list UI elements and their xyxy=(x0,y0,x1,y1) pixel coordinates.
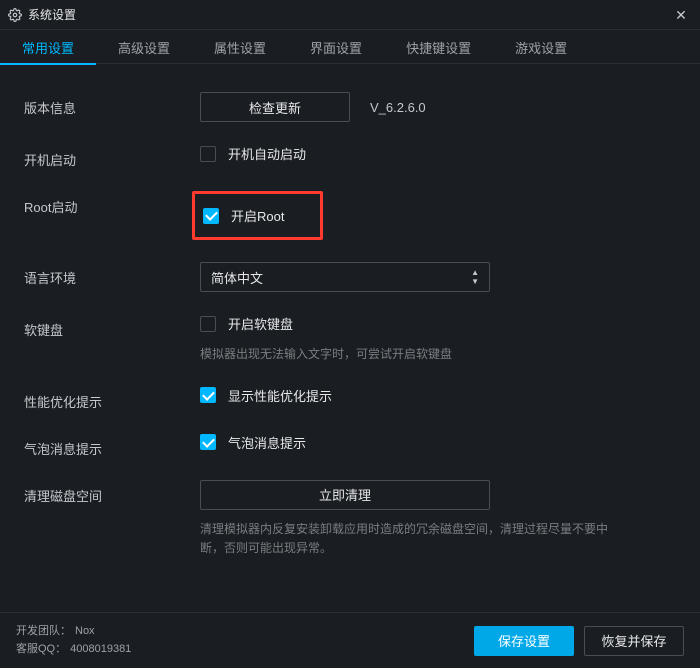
window-title: 系统设置 xyxy=(28,6,76,23)
select-value: 简体中文 xyxy=(211,268,263,287)
checkbox-label: 开启软键盘 xyxy=(228,314,293,333)
tab-common[interactable]: 常用设置 xyxy=(0,30,96,64)
row-perf-hint: 性能优化提示 显示性能优化提示 xyxy=(24,386,676,411)
checkbox-box xyxy=(200,387,216,403)
checkbox-label: 气泡消息提示 xyxy=(228,433,306,452)
checkbox-label: 开启Root xyxy=(231,206,284,225)
checkbox-label: 显示性能优化提示 xyxy=(228,386,332,405)
team-label: 开发团队： xyxy=(16,623,71,641)
tabs: 常用设置 高级设置 属性设置 界面设置 快捷键设置 游戏设置 xyxy=(0,30,700,64)
tab-label: 界面设置 xyxy=(310,38,362,57)
button-label: 恢复并保存 xyxy=(601,634,666,649)
tab-label: 常用设置 xyxy=(22,38,74,57)
select-arrows-icon: ▲▼ xyxy=(471,269,479,286)
highlight-root: 开启Root xyxy=(192,191,323,240)
row-version: 版本信息 检查更新 V_6.2.6.0 xyxy=(24,92,676,122)
footer: 开发团队： Nox 客服QQ： 4008019381 保存设置 恢复并保存 xyxy=(0,612,700,668)
tab-label: 游戏设置 xyxy=(515,38,567,57)
restore-save-button[interactable]: 恢复并保存 xyxy=(584,626,684,656)
checkbox-softkeyboard[interactable]: 开启软键盘 xyxy=(200,314,293,333)
content: 版本信息 检查更新 V_6.2.6.0 开机启动 开机自动启动 Root启动 开… xyxy=(0,64,700,558)
tab-property[interactable]: 属性设置 xyxy=(192,30,288,64)
label-perf-hint: 性能优化提示 xyxy=(24,386,200,411)
gear-icon xyxy=(8,8,22,22)
label-language: 语言环境 xyxy=(24,262,200,287)
tab-game[interactable]: 游戏设置 xyxy=(493,30,589,64)
qq-value: 4008019381 xyxy=(70,641,131,659)
save-button[interactable]: 保存设置 xyxy=(474,626,574,656)
titlebar: 系统设置 ✕ xyxy=(0,0,700,30)
button-label: 立即清理 xyxy=(319,488,371,503)
label-version: 版本信息 xyxy=(24,92,200,117)
label-bubble-hint: 气泡消息提示 xyxy=(24,433,200,458)
footer-info: 开发团队： Nox 客服QQ： 4008019381 xyxy=(16,623,474,658)
button-label: 检查更新 xyxy=(249,98,301,117)
label-softkeyboard: 软键盘 xyxy=(24,314,200,339)
qq-label: 客服QQ： xyxy=(16,641,66,659)
hint-softkeyboard: 模拟器出现无法输入文字时，可尝试开启软键盘 xyxy=(200,345,676,364)
footer-buttons: 保存设置 恢复并保存 xyxy=(474,626,684,656)
checkbox-root[interactable]: 开启Root xyxy=(203,206,284,225)
checkbox-label: 开机自动启动 xyxy=(228,144,306,163)
row-softkeyboard: 软键盘 开启软键盘 模拟器出现无法输入文字时，可尝试开启软键盘 xyxy=(24,314,676,364)
language-select[interactable]: 简体中文 ▲▼ xyxy=(200,262,490,292)
label-cleandisk: 清理磁盘空间 xyxy=(24,480,200,505)
button-label: 保存设置 xyxy=(498,634,550,649)
tab-interface[interactable]: 界面设置 xyxy=(288,30,384,64)
hint-cleandisk: 清理模拟器内反复安装卸载应用时造成的冗余磁盘空间，清理过程尽量不要中断，否则可能… xyxy=(200,520,630,558)
checkbox-bubble-hint[interactable]: 气泡消息提示 xyxy=(200,433,306,452)
checkbox-box xyxy=(203,208,219,224)
checkbox-perf-hint[interactable]: 显示性能优化提示 xyxy=(200,386,332,405)
row-bubble-hint: 气泡消息提示 气泡消息提示 xyxy=(24,433,676,458)
checkbox-box xyxy=(200,316,216,332)
checkbox-box xyxy=(200,146,216,162)
row-cleandisk: 清理磁盘空间 立即清理 清理模拟器内反复安装卸载应用时造成的冗余磁盘空间，清理过… xyxy=(24,480,676,558)
check-update-button[interactable]: 检查更新 xyxy=(200,92,350,122)
team-value: Nox xyxy=(75,623,95,641)
clean-disk-button[interactable]: 立即清理 xyxy=(200,480,490,510)
checkbox-box xyxy=(200,434,216,450)
tab-label: 属性设置 xyxy=(214,38,266,57)
row-startup: 开机启动 开机自动启动 xyxy=(24,144,676,169)
label-startup: 开机启动 xyxy=(24,144,200,169)
row-root: Root启动 开启Root xyxy=(24,191,676,240)
close-icon[interactable]: ✕ xyxy=(672,6,690,24)
row-language: 语言环境 简体中文 ▲▼ xyxy=(24,262,676,292)
label-root: Root启动 xyxy=(24,191,200,216)
tab-shortcut[interactable]: 快捷键设置 xyxy=(384,30,493,64)
version-value: V_6.2.6.0 xyxy=(370,100,426,115)
checkbox-startup[interactable]: 开机自动启动 xyxy=(200,144,306,163)
tab-advanced[interactable]: 高级设置 xyxy=(96,30,192,64)
tab-label: 快捷键设置 xyxy=(406,38,471,57)
tab-label: 高级设置 xyxy=(118,38,170,57)
